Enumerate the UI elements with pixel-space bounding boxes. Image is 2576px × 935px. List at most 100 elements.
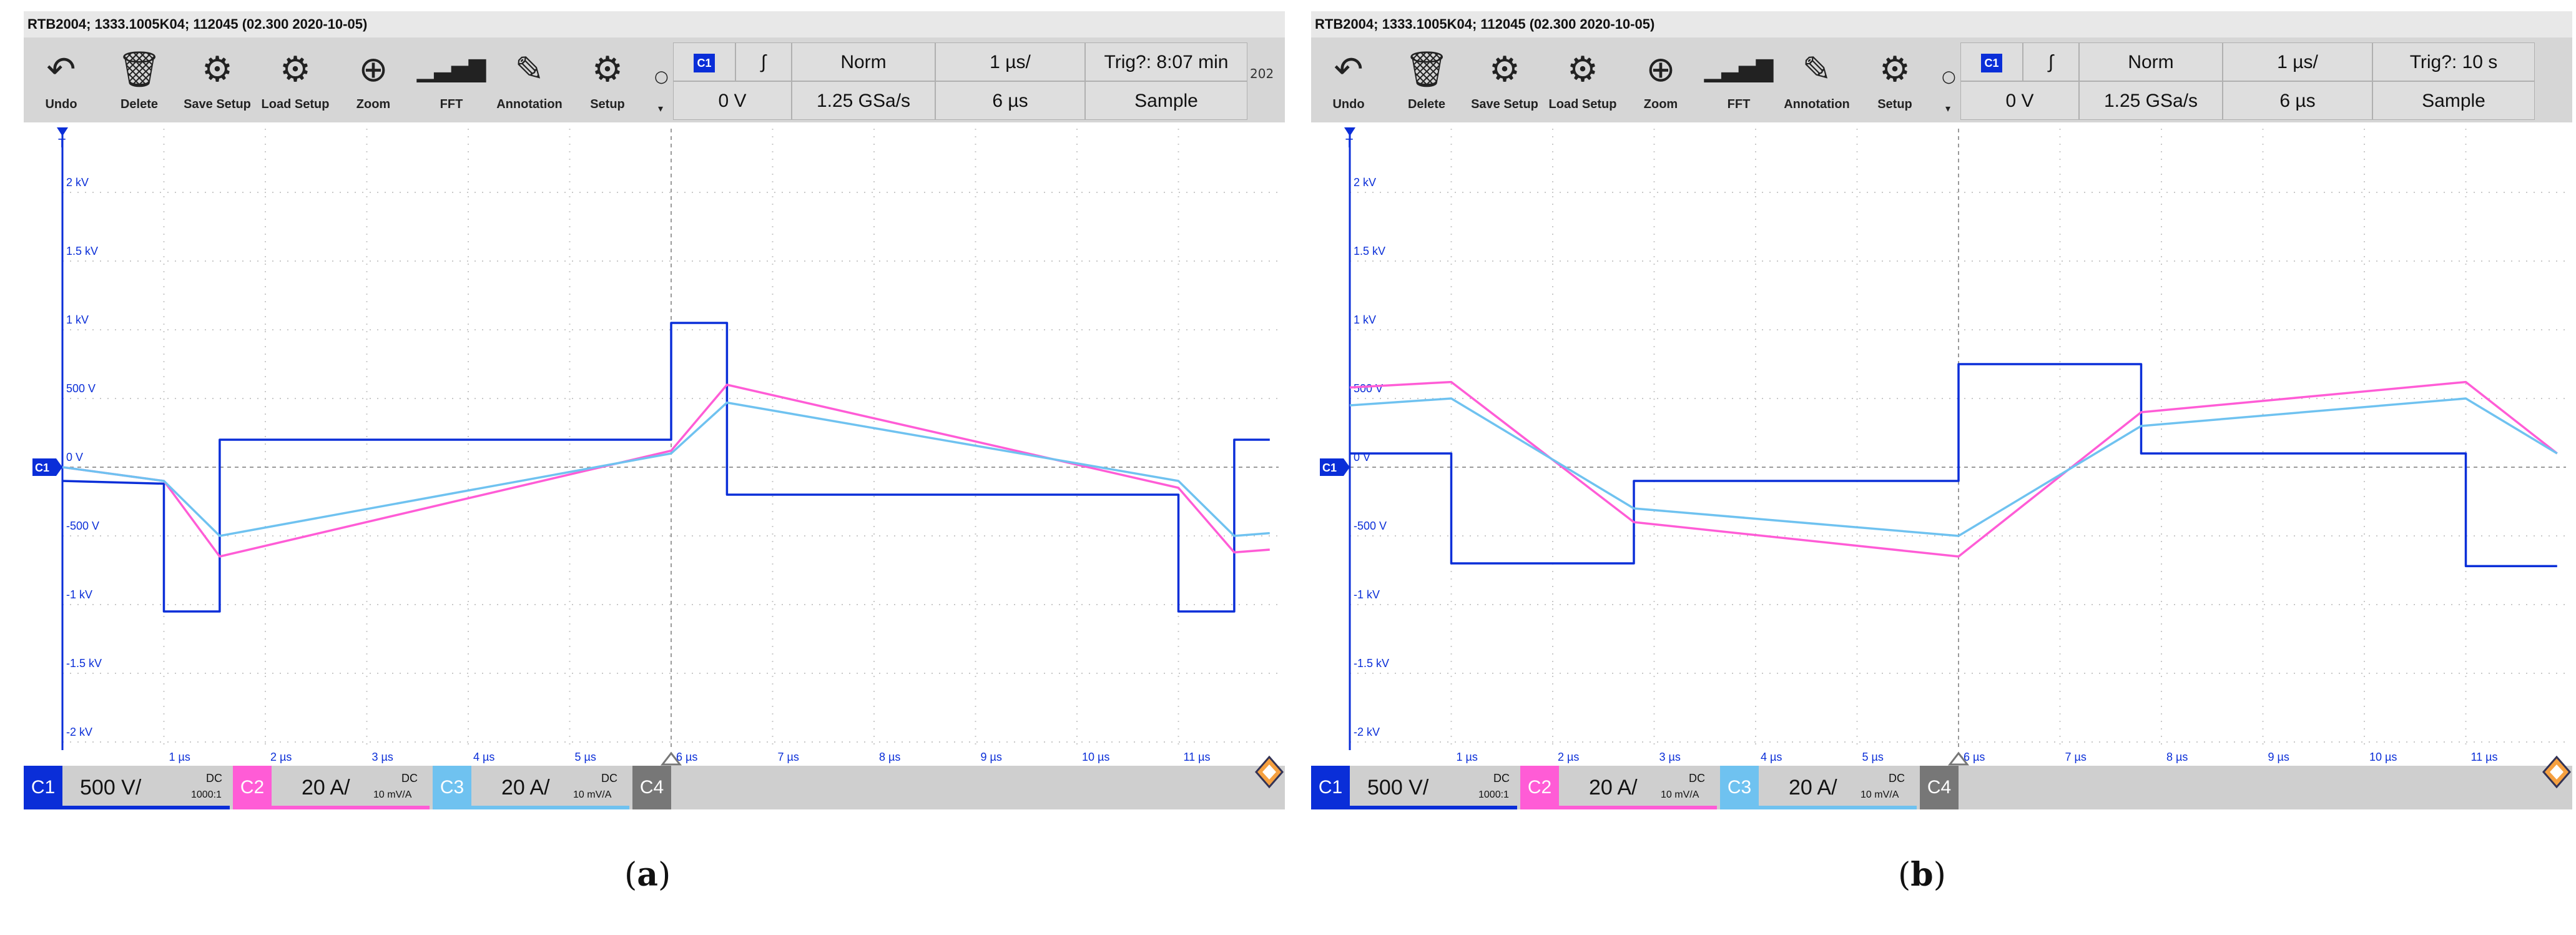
x-tick-label: 7 µs	[778, 751, 799, 763]
acquisition-mode[interactable]: Sample	[2372, 81, 2535, 120]
delete-button[interactable]: 🗑 Delete	[1389, 37, 1464, 122]
load-setup-button[interactable]: ⚙ Load Setup	[258, 37, 333, 122]
menu-edge-icon[interactable]	[2541, 754, 2572, 792]
gear-icon: ⚙	[1879, 49, 1911, 90]
y-tick-label: 1 kV	[66, 314, 89, 326]
channel-underline	[1311, 806, 1517, 809]
figure-caption-a: (a)	[624, 856, 671, 894]
save-setup-button[interactable]: ⚙ Save Setup	[1467, 37, 1542, 122]
record-length: 6 µs	[2223, 81, 2372, 120]
y-tick-label: -2 kV	[1354, 726, 1380, 738]
fft-icon: ▁▃▅▇	[1704, 57, 1774, 82]
trigger-slope[interactable]: ∫	[735, 42, 792, 81]
chevron-down-icon[interactable]: ▾	[1945, 102, 1950, 114]
y-tick-label: 2 kV	[1354, 176, 1376, 189]
channel-underline	[24, 806, 230, 809]
waveform-series-2	[1349, 380, 2558, 558]
waveform-display[interactable]: TC12 kV1.5 kV1 kV500 V0 V-500 V-1 kV-1.5…	[1311, 122, 2572, 766]
waveform-display[interactable]: TC12 kV1.5 kV1 kV500 V0 V-500 V-1 kV-1.5…	[24, 122, 1285, 766]
ground-marker-label: C1	[35, 462, 49, 474]
channel-scale: 500 V/	[1367, 776, 1429, 799]
y-tick-label: 1.5 kV	[66, 245, 98, 257]
y-tick-label: 1.5 kV	[1354, 245, 1385, 257]
trigger-level[interactable]: 0 V	[1960, 81, 2079, 120]
y-tick-label: -1.5 kV	[1354, 657, 1389, 670]
channel-coupling: DC	[401, 772, 418, 784]
scope-panel-b: RTB2004; 1333.1005K04; 112045 (02.300 20…	[1311, 11, 2572, 848]
channel-tag: C2	[233, 766, 272, 809]
x-tick-label: 8 µs	[2166, 751, 2188, 763]
trash-icon: 🗑	[1404, 49, 1449, 90]
trigger-marker	[1344, 127, 1355, 136]
x-tick-label: 4 µs	[473, 751, 494, 763]
channel-c2[interactable]: C2 20 A/ DC 10 mV/A	[1520, 766, 1717, 809]
fft-button[interactable]: ▁▃▅▇ FFT	[1701, 37, 1776, 122]
trigger-level[interactable]: 0 V	[673, 81, 792, 120]
timebase[interactable]: 1 µs/	[935, 42, 1085, 81]
channel-probe: 10 mV/A	[373, 789, 412, 800]
x-tick-label: 8 µs	[879, 751, 900, 763]
trigger-mode[interactable]: Norm	[2079, 42, 2223, 81]
save-gear-icon: ⚙	[1488, 49, 1521, 90]
undo-icon: ↶	[1334, 49, 1364, 90]
timebase[interactable]: 1 µs/	[2223, 42, 2372, 81]
setup-button[interactable]: ⚙ Setup	[570, 37, 645, 122]
annotation-button[interactable]: ✎ Annotation	[492, 37, 567, 122]
x-tick-label: 4 µs	[1761, 751, 1782, 763]
channel-scale: 20 A/	[501, 776, 550, 799]
x-tick-label: 11 µs	[2471, 751, 2498, 763]
channel-c2[interactable]: C2 20 A/ DC 10 mV/A	[233, 766, 430, 809]
channel-c4[interactable]: C4	[632, 766, 671, 809]
channel-bar: C1 500 V/ DC 1000:1 C2 20 A/ DC 10 mV/A …	[1311, 766, 2572, 809]
zoom-button[interactable]: ⊕ Zoom	[1623, 37, 1698, 122]
trigger-mode[interactable]: Norm	[792, 42, 935, 81]
channel-coupling: DC	[601, 772, 617, 784]
sample-rate: 1.25 GSa/s	[792, 81, 935, 120]
fft-button[interactable]: ▁▃▅▇ FFT	[414, 37, 489, 122]
channel-bar: C1 500 V/ DC 1000:1 C2 20 A/ DC 10 mV/A …	[24, 766, 1285, 809]
date-fragment: 202	[1250, 66, 1274, 81]
gear-icon: ⚙	[591, 49, 624, 90]
setup-button[interactable]: ⚙ Setup	[1857, 37, 1932, 122]
load-setup-button[interactable]: ⚙ Load Setup	[1545, 37, 1620, 122]
channel-c4[interactable]: C4	[1920, 766, 1959, 809]
annotation-button[interactable]: ✎ Annotation	[1779, 37, 1854, 122]
y-tick-label: 1 kV	[1354, 314, 1376, 326]
channel-coupling: DC	[1689, 772, 1705, 784]
acquisition-mode[interactable]: Sample	[1085, 81, 1247, 120]
channel-c3[interactable]: C3 20 A/ DC 10 mV/A	[1720, 766, 1917, 809]
pencil-icon: ✎	[514, 49, 544, 90]
figure-caption-b: (b)	[1898, 856, 1946, 894]
undo-button[interactable]: ↶ Undo	[1311, 37, 1386, 122]
instrument-title: RTB2004; 1333.1005K04; 112045 (02.300 20…	[1311, 11, 2572, 37]
channel-c1[interactable]: C1 500 V/ DC 1000:1	[24, 766, 230, 809]
trigger-source[interactable]: C1	[1960, 42, 2023, 81]
menu-dot-icon[interactable]: ○	[1942, 67, 1956, 86]
zoom-button[interactable]: ⊕ Zoom	[336, 37, 411, 122]
channel-scale: 20 A/	[302, 776, 350, 799]
trigger-source[interactable]: C1	[673, 42, 735, 81]
channel-c1[interactable]: C1 500 V/ DC 1000:1	[1311, 766, 1517, 809]
y-tick-label: -500 V	[1354, 520, 1387, 532]
channel-underline	[1520, 806, 1717, 809]
y-tick-label: -500 V	[66, 520, 99, 532]
save-setup-button[interactable]: ⚙ Save Setup	[180, 37, 255, 122]
trigger-marker-label: T	[58, 137, 66, 151]
channel-coupling: DC	[1889, 772, 1905, 784]
y-tick-label: -1.5 kV	[66, 657, 102, 670]
channel-coupling: DC	[206, 772, 222, 784]
undo-button[interactable]: ↶ Undo	[24, 37, 99, 122]
y-tick-label: 500 V	[66, 382, 96, 395]
delete-button[interactable]: 🗑 Delete	[102, 37, 177, 122]
menu-dot-icon[interactable]: ○	[654, 67, 669, 86]
load-gear-icon: ⚙	[1566, 49, 1599, 90]
x-tick-label: 9 µs	[981, 751, 1002, 763]
chevron-down-icon[interactable]: ▾	[658, 102, 663, 114]
channel-tag: C3	[433, 766, 471, 809]
channel-probe: 1000:1	[191, 789, 222, 800]
channel-c3[interactable]: C3 20 A/ DC 10 mV/A	[433, 766, 629, 809]
menu-edge-icon[interactable]	[1254, 754, 1285, 792]
trigger-slope[interactable]: ∫	[2023, 42, 2079, 81]
trash-icon: 🗑	[117, 49, 162, 90]
ground-marker-label: C1	[1322, 462, 1337, 474]
